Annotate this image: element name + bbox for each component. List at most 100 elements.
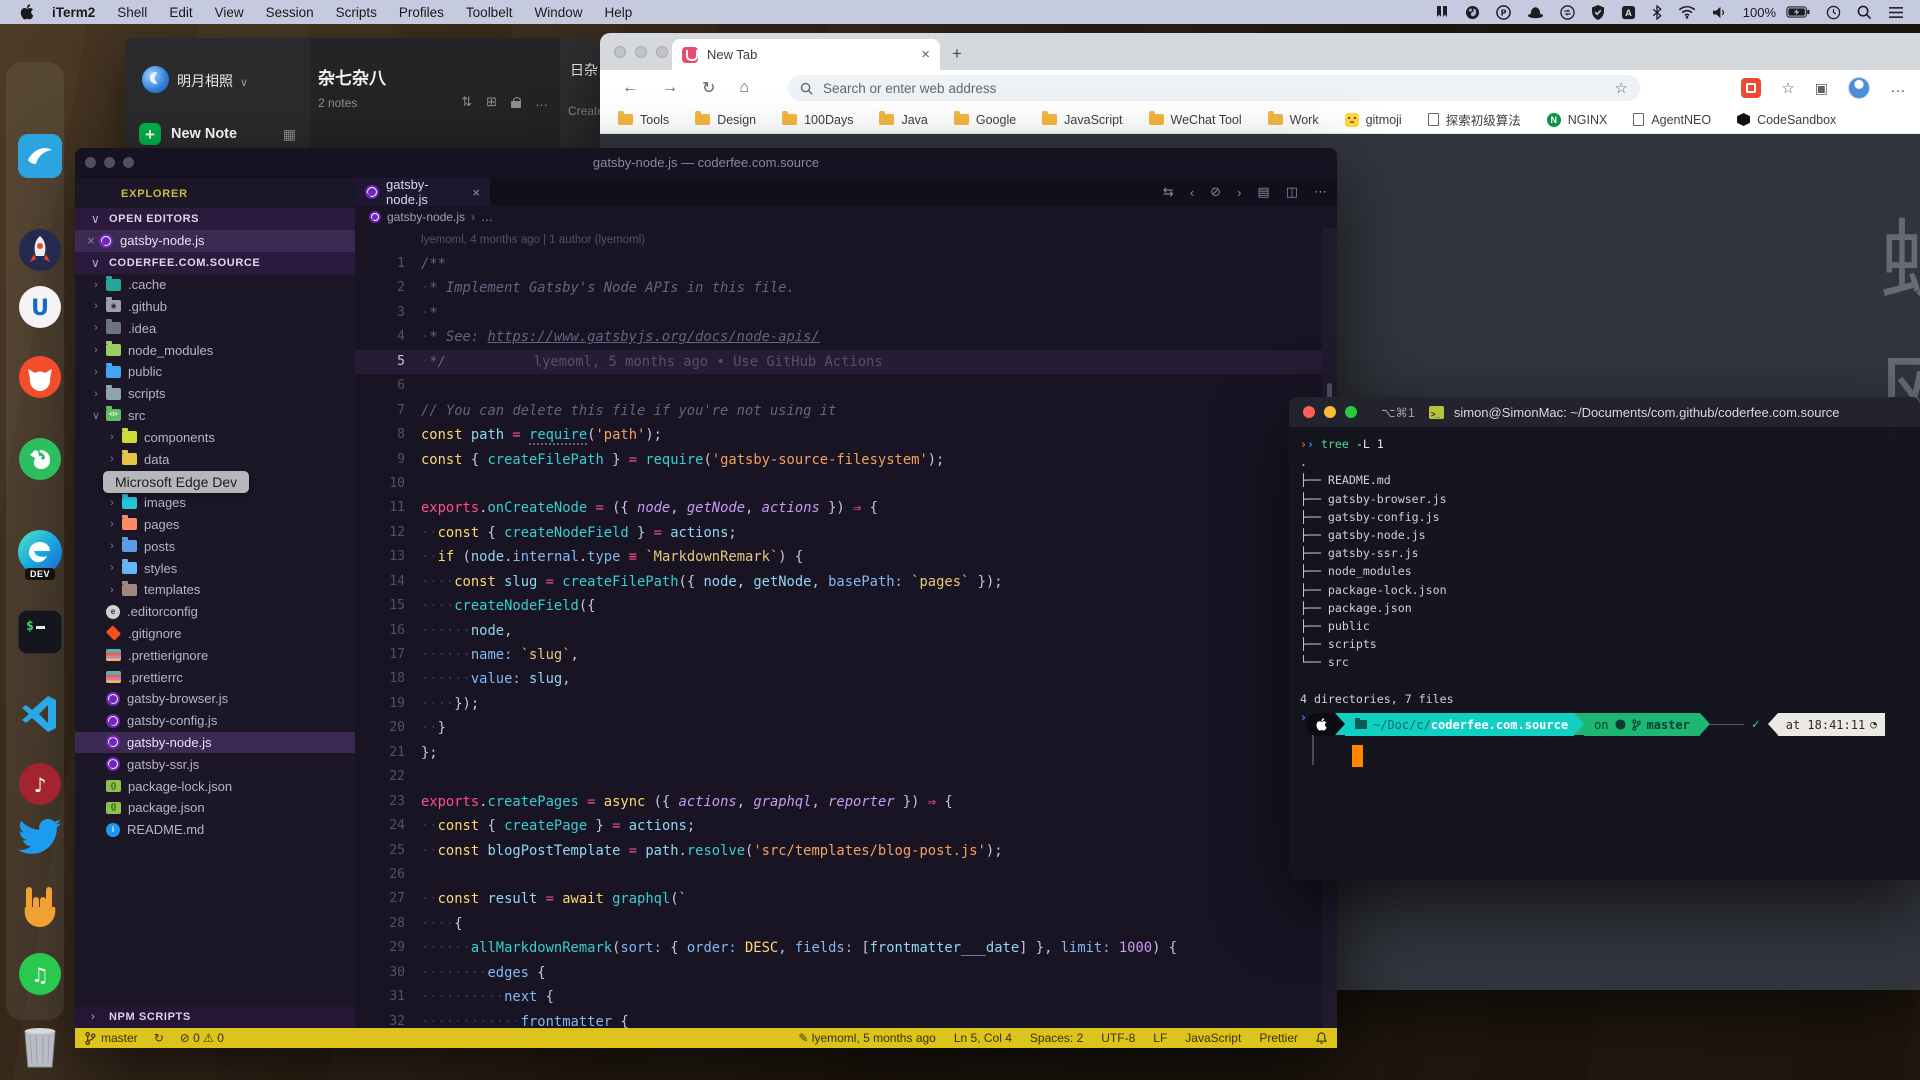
forward-icon[interactable]: → [662,79,678,97]
tree-item-gatsby-node.js[interactable]: gatsby-node.js [75,732,355,754]
bookmark-WeChat Tool[interactable]: WeChat Tool [1149,113,1242,127]
terminal-titlebar[interactable]: ⌥⌘1 >_ simon@SimonMac: ~/Documents/com.g… [1289,397,1920,427]
tree-item-.idea[interactable]: ›.idea [75,317,355,339]
menu-item-view[interactable]: View [204,5,255,20]
tree-item-src[interactable]: ∨</>src [75,405,355,427]
bookmark-100Days[interactable]: 100Days [782,113,853,127]
tree-item-.prettierignore[interactable]: .prettierignore [75,644,355,666]
input-source-a-icon[interactable]: A [1613,0,1644,24]
new-note-button[interactable]: + New Note [139,123,237,145]
cursor-position[interactable]: Ln 5, Col 4 [954,1031,1012,1045]
vscode-app-icon[interactable] [16,690,64,738]
close-icon[interactable]: × [83,233,99,248]
evernote-app-icon[interactable] [16,435,64,483]
formatter-indicator[interactable]: Prettier [1259,1031,1298,1045]
sort-icon[interactable]: ⇅ [461,94,472,110]
menu-item-scripts[interactable]: Scripts [325,5,388,20]
eol-setting[interactable]: LF [1153,1031,1167,1045]
npm-scripts-section[interactable]: ›NPM SCRIPTS [75,1006,355,1028]
reload-icon[interactable]: ↻ [702,78,715,98]
alfred-hat-icon[interactable] [1519,0,1552,24]
ulysses-app-icon[interactable]: U [16,283,64,331]
language-mode[interactable]: JavaScript [1185,1031,1241,1045]
tree-item-gatsby-browser.js[interactable]: gatsby-browser.js [75,688,355,710]
window-controls[interactable] [85,157,134,168]
settings-more-icon[interactable]: … [1890,79,1906,97]
encoding-setting[interactable]: UTF-8 [1101,1031,1135,1045]
slash-circle-icon[interactable]: ⊘ [1210,184,1221,200]
shield-check-icon[interactable] [1583,0,1613,24]
time-machine-icon[interactable] [1818,0,1849,24]
fox-app-icon[interactable] [16,353,64,401]
git-branch-indicator[interactable]: master [85,1031,138,1045]
bookmark-JavaScript[interactable]: JavaScript [1042,113,1122,127]
tab-close-icon[interactable]: × [472,185,480,200]
more-options-icon[interactable]: … [535,94,548,110]
address-bar[interactable]: Search or enter web address ☆ [788,75,1640,101]
hand-gesture-app-icon[interactable] [16,883,64,931]
open-editor-item[interactable]: × gatsby-node.js [75,230,355,252]
wifi-icon[interactable] [1670,0,1704,24]
tree-item-gatsby-ssr.js[interactable]: gatsby-ssr.js [75,753,355,775]
bluetooth-icon[interactable] [1644,0,1670,24]
tree-item-.prettierrc[interactable]: .prettierrc [75,666,355,688]
bookmark-Work[interactable]: Work [1268,113,1319,127]
bookmark-CodeSandbox[interactable]: CodeSandbox [1737,113,1836,127]
menu-item-shell[interactable]: Shell [106,5,158,20]
menu-item-profiles[interactable]: Profiles [388,5,455,20]
notes-view-toggle-icon[interactable]: ▦ [283,126,296,143]
blue-app-icon[interactable] [16,132,64,180]
nav-back-icon[interactable]: ‹ [1190,185,1194,200]
problems-indicator[interactable]: ⊘ 0 ⚠ 0 [180,1031,224,1045]
collections-icon[interactable]: ▣ [1815,80,1828,97]
bookmark-Design[interactable]: Design [695,113,756,127]
window-controls[interactable] [614,46,668,58]
vscode-titlebar[interactable]: gatsby-node.js — coderfee.com.source [75,148,1337,178]
rocket-app-icon[interactable] [16,226,64,274]
bookmark-AgentNEO[interactable]: AgentNEO [1633,113,1711,127]
red-music-app-icon[interactable]: ♪ [16,760,64,808]
tree-item-styles[interactable]: ›styles [75,557,355,579]
note-item-title[interactable]: 日杂 [570,60,598,80]
add-favorite-icon[interactable]: ☆ [1615,79,1628,97]
preview-icon[interactable]: ▤ [1257,184,1269,200]
tree-item-posts[interactable]: ›posts [75,535,355,557]
gitlens-blame[interactable]: ✎ lyemoml, 5 months ago [798,1031,935,1045]
browser-active-tab[interactable]: New Tab × [672,39,940,70]
notifications-bell-icon[interactable] [1316,1032,1327,1044]
bookmark-Tools[interactable]: Tools [618,113,669,127]
spotlight-search-icon[interactable] [1849,0,1880,24]
back-icon[interactable]: ← [622,79,638,97]
window-controls[interactable] [1303,406,1357,418]
tree-item-.cache[interactable]: ›.cache [75,274,355,296]
green-music-app-icon[interactable]: ♫ [16,950,64,998]
menu-list-icon[interactable] [1880,0,1912,24]
home-icon[interactable]: ⌂ [739,79,749,97]
tab-close-icon[interactable]: × [921,46,930,63]
edge-dev-app-icon[interactable]: DEV [16,528,64,576]
tree-item-pages[interactable]: ›pages [75,514,355,536]
tree-item-.editorconfig[interactable]: e.editorconfig [75,601,355,623]
tree-item-README.md[interactable]: iREADME.md [75,819,355,841]
tree-item-.github[interactable]: ›◉.github [75,296,355,318]
tree-item-images[interactable]: ›images [75,492,355,514]
twitter-app-icon[interactable] [16,813,64,861]
tree-item-.gitignore[interactable]: .gitignore [75,623,355,645]
more-actions-icon[interactable]: ⋯ [1314,184,1327,200]
menu-item-help[interactable]: Help [593,5,643,20]
apple-menu-icon[interactable] [20,4,36,20]
profile-avatar[interactable] [1848,77,1870,99]
trash-icon[interactable] [16,1023,64,1071]
indentation-setting[interactable]: Spaces: 2 [1030,1031,1083,1045]
sync-changes-button[interactable]: ↻ [154,1031,164,1045]
notes-account-avatar[interactable] [142,66,169,93]
breadcrumb[interactable]: gatsby-node.js › … [355,206,1337,228]
tree-item-components[interactable]: ›components [75,426,355,448]
extension-icon[interactable] [1741,78,1761,98]
bookmark-探索初级算法[interactable]: 探索初级算法 [1428,110,1521,129]
tree-item-package-lock.json[interactable]: {}package-lock.json [75,775,355,797]
codelens-annotation[interactable]: lyemoml, 4 months ago | 1 author (lyemom… [355,228,1322,252]
bookmark-Java[interactable]: Java [879,113,927,127]
bookmark-NGINX[interactable]: NNGINX [1547,113,1608,127]
code-editor[interactable]: lyemoml, 4 months ago | 1 author (lyemom… [355,228,1322,1028]
